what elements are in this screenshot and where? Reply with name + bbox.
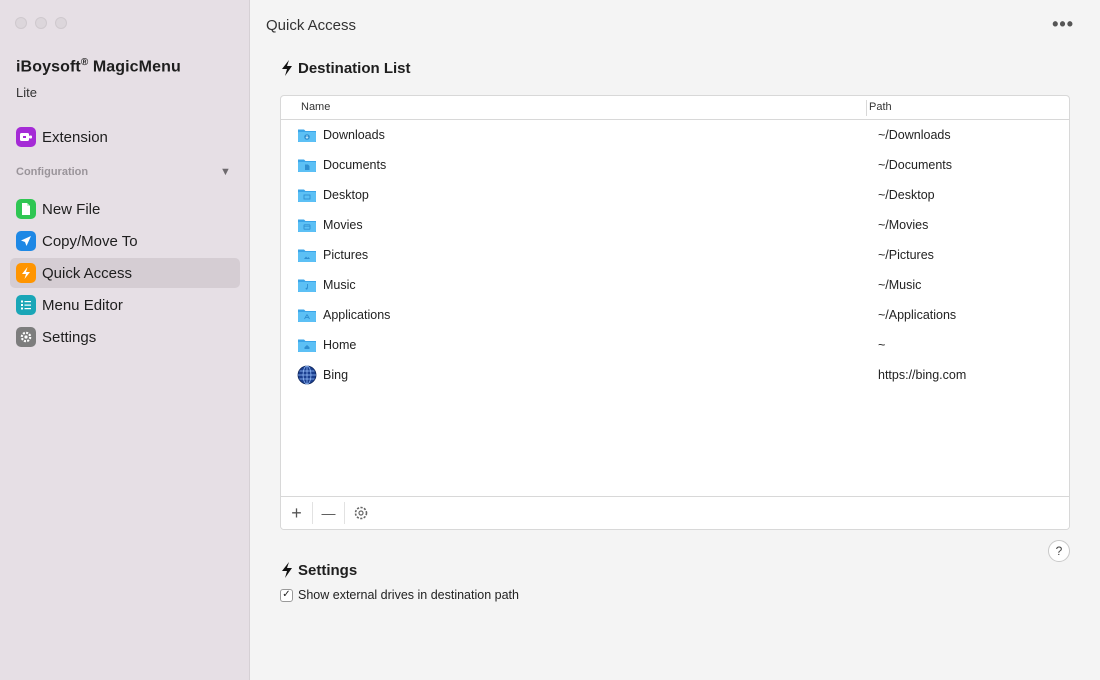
downloads-folder-icon (298, 129, 316, 142)
applications-folder-icon (298, 309, 316, 322)
help-button[interactable]: ? (1048, 540, 1070, 562)
row-name: Documents (323, 158, 387, 172)
sidebar-item-label: Extension (42, 128, 108, 146)
sidebar-item-label: Quick Access (42, 264, 133, 282)
row-name: Desktop (323, 188, 369, 202)
bolt-icon (16, 263, 36, 283)
minimize-window-button[interactable] (35, 17, 47, 29)
window-controls (15, 17, 67, 29)
table-body: Downloads ~/Downloads Documents ~/Docume… (281, 120, 1069, 497)
documents-folder-icon (298, 159, 316, 172)
column-header-path[interactable]: Path (869, 101, 892, 113)
sidebar-item-label: Settings (42, 328, 97, 346)
sidebar-item-label: Copy/Move To (42, 232, 138, 250)
table-row[interactable]: Pictures ~/Pictures (281, 240, 1069, 270)
sidebar-item-menu-editor[interactable]: Menu Editor (10, 290, 240, 320)
row-path: ~ (878, 338, 886, 352)
sidebar-item-extension[interactable]: Extension (10, 122, 240, 152)
row-name: Music (323, 278, 356, 292)
gear-icon (16, 327, 36, 347)
music-folder-icon (298, 279, 316, 292)
row-path: ~/Desktop (878, 188, 935, 202)
column-header-name[interactable]: Name (301, 101, 330, 113)
table-row[interactable]: Home ~ (281, 330, 1069, 360)
row-path: ~/Documents (878, 158, 952, 172)
table-row[interactable]: Documents ~/Documents (281, 150, 1069, 180)
sidebar-item-label: Menu Editor (42, 296, 123, 314)
row-path: ~/Applications (878, 308, 957, 322)
chevron-down-icon[interactable]: ▼ (220, 166, 231, 178)
show-external-drives-checkbox[interactable]: ✓ (280, 588, 293, 602)
column-divider[interactable] (866, 100, 867, 116)
globe-icon (297, 365, 317, 385)
bolt-icon (282, 60, 292, 76)
app-window: iBoysoft® MagicMenu Lite Extension Confi… (0, 0, 1100, 680)
add-destination-button[interactable]: + (281, 502, 313, 524)
sidebar-item-quick-access[interactable]: Quick Access (10, 258, 240, 288)
row-name: Applications (323, 308, 391, 322)
destination-options-button[interactable] (345, 502, 377, 524)
close-window-button[interactable] (15, 17, 27, 29)
destination-list-heading: Destination List (280, 59, 411, 77)
sidebar-item-copy-move-to[interactable]: Copy/Move To (10, 226, 240, 256)
destination-table: Name Path Downloads ~/Downloads Document… (280, 95, 1070, 530)
table-row[interactable]: Bing https://bing.com (281, 360, 1069, 390)
extension-icon (16, 127, 36, 147)
table-row[interactable]: Movies ~/Movies (281, 210, 1069, 240)
remove-destination-button[interactable]: — (313, 502, 345, 524)
settings-heading: Settings (280, 561, 357, 579)
sidebar-item-settings[interactable]: Settings (10, 322, 240, 352)
table-header: Name Path (281, 96, 1069, 120)
main-panel: Quick Access ••• Destination List Name P… (250, 0, 1100, 680)
row-path: ~/Pictures (878, 248, 934, 262)
settings-title: Settings (298, 561, 358, 579)
page-title: Quick Access (266, 17, 357, 34)
show-external-drives-option[interactable]: ✓ Show external drives in destination pa… (280, 588, 519, 602)
bolt-icon (282, 562, 292, 578)
row-name: Pictures (323, 248, 369, 262)
app-product: MagicMenu (92, 58, 181, 76)
pictures-folder-icon (298, 249, 316, 262)
row-name: Home (323, 338, 357, 352)
row-path: ~/Music (878, 278, 922, 292)
app-title: iBoysoft® MagicMenu (16, 57, 181, 76)
table-row[interactable]: Downloads ~/Downloads (281, 120, 1069, 150)
send-icon (16, 231, 36, 251)
more-options-button[interactable]: ••• (1052, 14, 1074, 35)
zoom-window-button[interactable] (55, 17, 67, 29)
desktop-folder-icon (298, 189, 316, 202)
row-name: Downloads (323, 128, 385, 142)
new-file-icon (16, 199, 36, 219)
sidebar-item-label: New File (42, 200, 101, 218)
movies-folder-icon (298, 219, 316, 232)
row-path: ~/Downloads (878, 128, 951, 142)
section-configuration-label: Configuration (16, 166, 89, 178)
row-name: Movies (323, 218, 363, 232)
row-name: Bing (323, 368, 349, 382)
registered-mark: ® (80, 57, 89, 68)
app-edition: Lite (16, 85, 37, 100)
table-row[interactable]: Music ~/Music (281, 270, 1069, 300)
sidebar: iBoysoft® MagicMenu Lite Extension Confi… (0, 0, 250, 680)
destination-list-title: Destination List (298, 59, 411, 77)
table-toolbar: + — (281, 496, 1069, 529)
list-icon (16, 295, 36, 315)
app-name: iBoysoft (16, 58, 81, 76)
gear-icon (354, 506, 368, 520)
sidebar-item-new-file[interactable]: New File (10, 194, 240, 224)
table-row[interactable]: Desktop ~/Desktop (281, 180, 1069, 210)
home-folder-icon (298, 339, 316, 352)
table-row[interactable]: Applications ~/Applications (281, 300, 1069, 330)
row-path: https://bing.com (878, 368, 967, 382)
row-path: ~/Movies (878, 218, 929, 232)
show-external-drives-label: Show external drives in destination path (298, 588, 519, 602)
